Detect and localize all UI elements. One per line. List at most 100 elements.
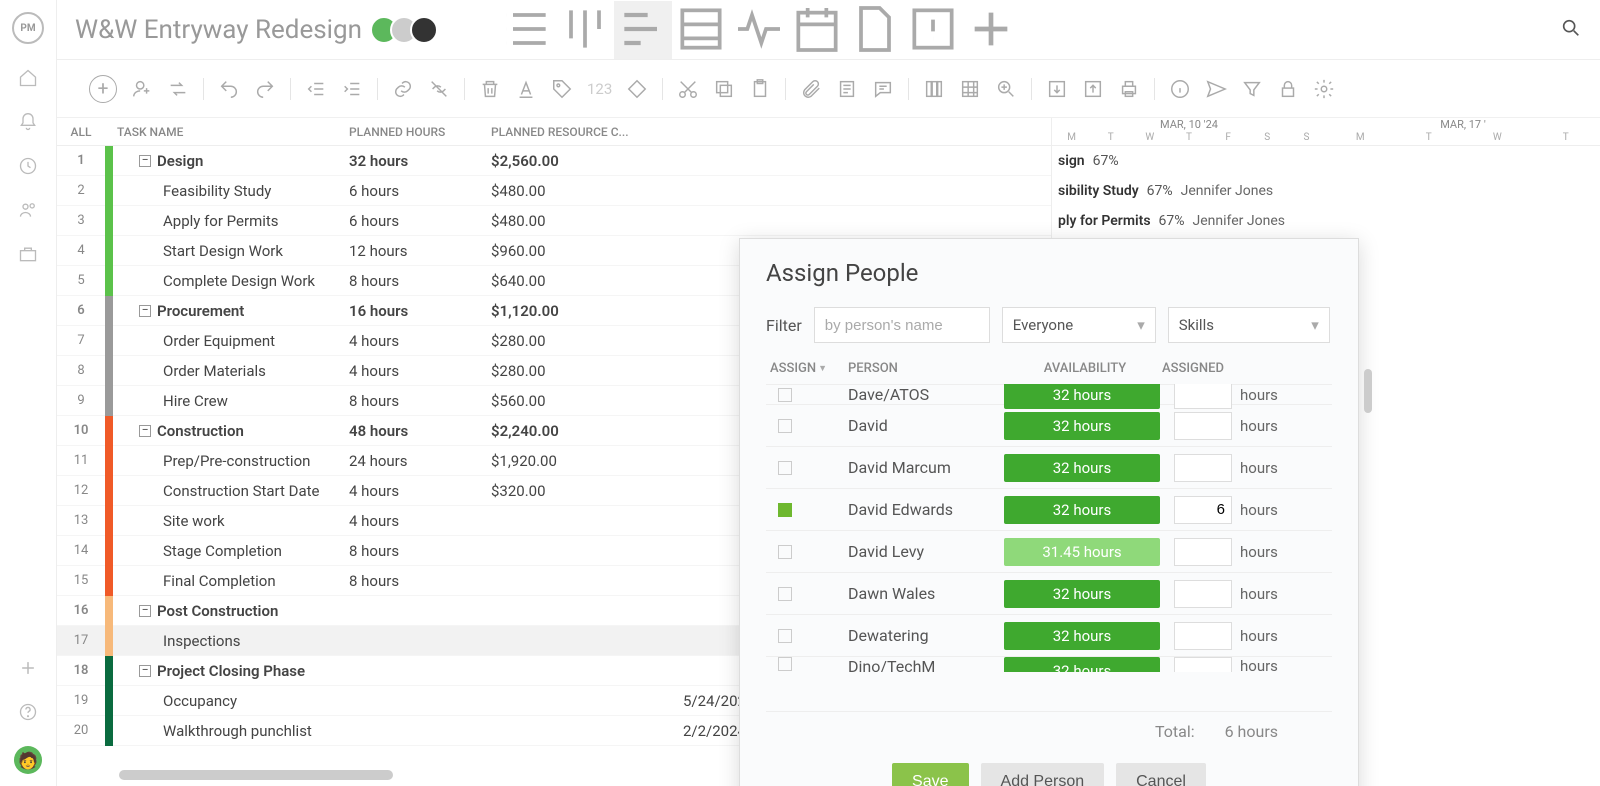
assign-checkbox[interactable]: [778, 545, 792, 559]
outdent-icon[interactable]: [305, 78, 327, 100]
assign-checkbox[interactable]: [778, 388, 792, 402]
person-row[interactable]: Dave/ATOS 32 hours hours: [766, 384, 1332, 404]
assign-checkbox[interactable]: [778, 587, 792, 601]
scrollbar-thumb[interactable]: [1364, 369, 1372, 413]
hours-input[interactable]: [1174, 538, 1232, 566]
col-planned-cost[interactable]: PLANNED RESOURCE C...: [491, 125, 683, 139]
assign-icon[interactable]: [131, 78, 153, 100]
filter-group-select[interactable]: Everyone▾: [1002, 307, 1156, 343]
task-row[interactable]: 2 Feasibility Study 6 hours $480.00: [57, 176, 1051, 206]
add-task-icon[interactable]: +: [89, 75, 117, 103]
col-planned-hours[interactable]: PLANNED HOURS: [349, 125, 491, 139]
import-icon[interactable]: [1046, 78, 1068, 100]
save-button[interactable]: Save: [892, 763, 968, 786]
redo-icon[interactable]: [254, 78, 276, 100]
comment-icon[interactable]: [872, 78, 894, 100]
task-row[interactable]: 1 –Design 32 hours $2,560.00: [57, 146, 1051, 176]
briefcase-icon[interactable]: [18, 244, 38, 264]
undo-icon[interactable]: [218, 78, 240, 100]
collapse-icon[interactable]: –: [139, 605, 151, 617]
assign-checkbox[interactable]: [778, 461, 792, 475]
clock-icon[interactable]: [18, 156, 38, 176]
hours-input[interactable]: [1174, 657, 1232, 672]
member-avatar[interactable]: [410, 16, 438, 44]
note-icon[interactable]: [836, 78, 858, 100]
person-row[interactable]: David Edwards 32 hours hours: [766, 488, 1332, 530]
grid-header: ALL TASK NAME PLANNED HOURS PLANNED RESO…: [57, 118, 1051, 146]
tag-icon[interactable]: [551, 78, 573, 100]
people-list[interactable]: Dave/ATOS 32 hours hours David 32 hours …: [766, 384, 1332, 712]
print-icon[interactable]: [1118, 78, 1140, 100]
search-icon[interactable]: [1560, 17, 1582, 43]
filter-icon[interactable]: [1241, 78, 1263, 100]
unlink-icon[interactable]: [428, 78, 450, 100]
hours-input[interactable]: [1174, 622, 1232, 650]
app-logo[interactable]: PM: [12, 12, 44, 44]
hours-input[interactable]: [1174, 412, 1232, 440]
indent-icon[interactable]: [341, 78, 363, 100]
cancel-button[interactable]: Cancel: [1116, 763, 1206, 786]
list-view-icon[interactable]: [498, 1, 556, 59]
person-row[interactable]: Dino/TechM 32 hours hours: [766, 656, 1332, 672]
collapse-icon[interactable]: –: [139, 305, 151, 317]
attach-icon[interactable]: [800, 78, 822, 100]
gantt-view-icon[interactable]: [614, 1, 672, 59]
collapse-icon[interactable]: –: [139, 425, 151, 437]
person-row[interactable]: David Levy 31.45 hours hours: [766, 530, 1332, 572]
grid-icon[interactable]: [959, 78, 981, 100]
send-icon[interactable]: [1205, 78, 1227, 100]
columns-icon[interactable]: [923, 78, 945, 100]
zoom-icon[interactable]: [995, 78, 1017, 100]
task-row[interactable]: 3 Apply for Permits 6 hours $480.00: [57, 206, 1051, 236]
collapse-icon[interactable]: –: [139, 665, 151, 677]
board-view-icon[interactable]: [556, 1, 614, 59]
add-person-button[interactable]: Add Person: [981, 763, 1105, 786]
hours-input[interactable]: [1174, 384, 1232, 409]
sheet-view-icon[interactable]: [672, 1, 730, 59]
risk-view-icon[interactable]: [904, 1, 962, 59]
hours-input[interactable]: [1174, 580, 1232, 608]
assign-checkbox[interactable]: [778, 657, 792, 671]
horizontal-scrollbar[interactable]: [119, 770, 393, 780]
info-icon[interactable]: [1169, 78, 1191, 100]
collapse-icon[interactable]: –: [139, 155, 151, 167]
add-view-icon[interactable]: [962, 1, 1020, 59]
help-icon[interactable]: [18, 702, 38, 722]
assign-checkbox[interactable]: [778, 503, 792, 517]
hours-input[interactable]: [1174, 496, 1232, 524]
col-all[interactable]: ALL: [57, 125, 105, 139]
filter-input[interactable]: [814, 307, 990, 343]
text-color-icon[interactable]: [515, 78, 537, 100]
project-members[interactable]: [378, 16, 438, 44]
home-icon[interactable]: [18, 68, 38, 88]
person-row[interactable]: Dewatering 32 hours hours: [766, 614, 1332, 656]
col-task-name[interactable]: TASK NAME: [113, 125, 349, 139]
assign-checkbox[interactable]: [778, 629, 792, 643]
people-icon[interactable]: [18, 200, 38, 220]
paste-icon[interactable]: [749, 78, 771, 100]
person-row[interactable]: David 32 hours hours: [766, 404, 1332, 446]
user-avatar[interactable]: 🧑: [14, 746, 42, 774]
settings-icon[interactable]: [1313, 78, 1335, 100]
gantt-row[interactable]: ply for Permits 67% Jennifer Jones: [1052, 206, 1600, 236]
hours-input[interactable]: [1174, 454, 1232, 482]
gantt-row[interactable]: sibility Study 67% Jennifer Jones: [1052, 176, 1600, 206]
bell-icon[interactable]: [18, 112, 38, 132]
export-icon[interactable]: [1082, 78, 1104, 100]
link-icon[interactable]: [392, 78, 414, 100]
calendar-view-icon[interactable]: [788, 1, 846, 59]
milestone-icon[interactable]: [626, 78, 648, 100]
add-icon[interactable]: [18, 658, 38, 678]
filter-skills-select[interactable]: Skills▾: [1168, 307, 1330, 343]
refresh-icon[interactable]: [167, 78, 189, 100]
activity-view-icon[interactable]: [730, 1, 788, 59]
cut-icon[interactable]: [677, 78, 699, 100]
file-view-icon[interactable]: [846, 1, 904, 59]
trash-icon[interactable]: [479, 78, 501, 100]
assign-checkbox[interactable]: [778, 419, 792, 433]
gantt-row[interactable]: sign 67%: [1052, 146, 1600, 176]
person-row[interactable]: David Marcum 32 hours hours: [766, 446, 1332, 488]
copy-icon[interactable]: [713, 78, 735, 100]
lock-icon[interactable]: [1277, 78, 1299, 100]
person-row[interactable]: Dawn Wales 32 hours hours: [766, 572, 1332, 614]
